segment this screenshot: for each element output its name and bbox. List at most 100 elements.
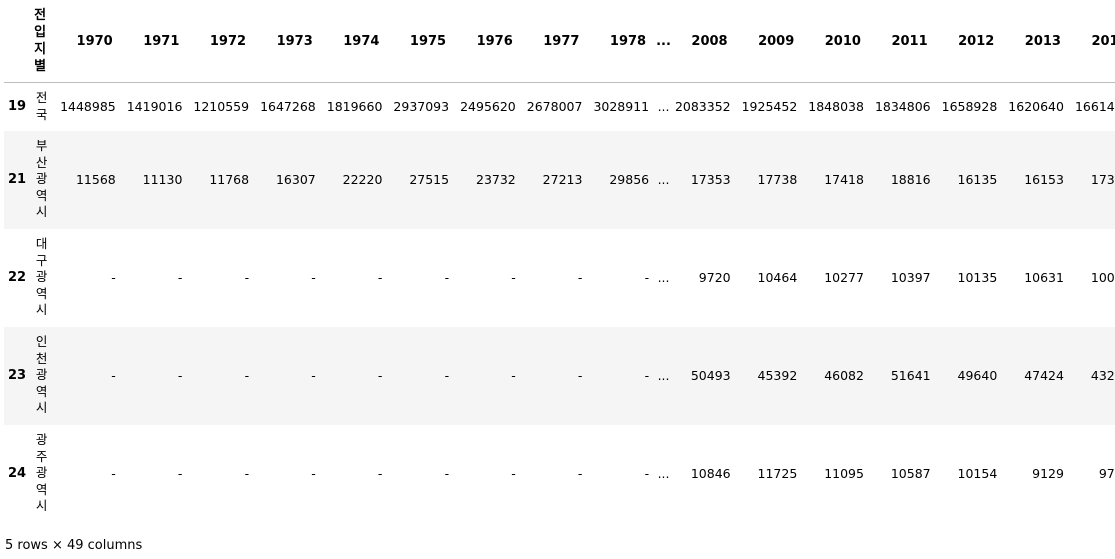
table-cell: 9720 bbox=[698, 270, 731, 285]
table-cell: 1925452 bbox=[741, 99, 798, 115]
header-row: 전입지별 1970 1971 1972 1973 1974 1975 1976 1977 197… bbox=[4, 0, 1115, 83]
table-cell: 49640 bbox=[957, 368, 998, 383]
table-cell: 10135 bbox=[957, 270, 998, 285]
table-cell: 1848038 bbox=[808, 99, 864, 115]
column-header-1978: 1978 bbox=[589, 0, 657, 83]
table-cell: 47424 bbox=[1024, 368, 1064, 383]
table-cell: 3028911 bbox=[593, 99, 650, 115]
table-cell: 17320 bbox=[1090, 172, 1115, 187]
table-cell: 2678007 bbox=[526, 99, 583, 115]
column-header-1974: 1974 bbox=[322, 0, 390, 83]
table-cell: 16307 bbox=[275, 172, 316, 187]
row-index: 24 bbox=[8, 466, 27, 481]
row-index: 22 bbox=[8, 270, 27, 285]
table-cell: 22220 bbox=[342, 172, 383, 187]
table-cell: - bbox=[644, 270, 650, 285]
table-cell: 17738 bbox=[757, 172, 798, 187]
table-cell: - bbox=[311, 270, 316, 285]
table-row: 22 대 구 광 역 시 - - - - - - - - -... 9720 10464 10277 10397 10… bbox=[4, 228, 1115, 327]
table-cell: 10062 bbox=[1090, 270, 1115, 285]
table-cell: - bbox=[577, 270, 583, 285]
table-cell: - bbox=[577, 368, 583, 383]
table-cell: 27213 bbox=[542, 172, 583, 187]
table-cell: 1834806 bbox=[874, 99, 931, 115]
table-cell: ... bbox=[657, 466, 670, 481]
column-header-1970: 1970 bbox=[56, 0, 123, 83]
row-region-label: 부산광역시 bbox=[35, 138, 48, 220]
table-cell: 9129 bbox=[1032, 466, 1064, 481]
table-cell: 10846 bbox=[690, 466, 731, 481]
table-cell: - bbox=[511, 270, 516, 285]
table-cell: ... bbox=[657, 99, 670, 115]
table-cell: 11568 bbox=[75, 172, 116, 187]
table-cell: - bbox=[444, 270, 450, 285]
row-region-label: 인천광역시 bbox=[35, 334, 48, 416]
table-cell: - bbox=[311, 466, 316, 481]
table-cell: 50493 bbox=[690, 368, 731, 383]
table-cell: - bbox=[644, 466, 650, 481]
row-region-label: 광주광역시 bbox=[35, 432, 48, 514]
table-cell: 2495620 bbox=[460, 99, 516, 115]
table-cell: 11725 bbox=[757, 466, 798, 481]
index-header bbox=[4, 0, 31, 83]
column-header-2010: 2010 bbox=[804, 0, 871, 83]
table-cell: 1448985 bbox=[60, 99, 116, 115]
table-cell: 10464 bbox=[757, 270, 798, 285]
column-header-2011: 2011 bbox=[870, 0, 938, 83]
table-cell: 23732 bbox=[476, 172, 516, 187]
table-cell: - bbox=[311, 368, 316, 383]
table-cell: 46082 bbox=[824, 368, 864, 383]
dataframe-output: 전입지별 1970 1971 1972 1973 1974 1975 1976 1977 197… bbox=[0, 0, 1115, 559]
row-index: 19 bbox=[8, 99, 27, 115]
table-cell: 11768 bbox=[209, 172, 250, 187]
table-cell: - bbox=[111, 368, 116, 383]
table-cell: 1419016 bbox=[126, 99, 183, 115]
column-header-1973: 1973 bbox=[256, 0, 323, 83]
table-cell: - bbox=[244, 466, 250, 481]
table-cell: 10587 bbox=[890, 466, 931, 481]
table-cell: - bbox=[577, 466, 583, 481]
table-cell: - bbox=[377, 466, 383, 481]
table-cell: 11095 bbox=[824, 466, 864, 481]
table-cell: 2083352 bbox=[674, 99, 731, 115]
column-header-2013: 2013 bbox=[1004, 0, 1071, 83]
row-index: 21 bbox=[8, 172, 27, 187]
table-cell: - bbox=[511, 368, 516, 383]
table-cell: - bbox=[244, 270, 250, 285]
table-cell: 1658928 bbox=[941, 99, 998, 115]
table-cell: - bbox=[111, 466, 116, 481]
table-cell: 29856 bbox=[609, 172, 650, 187]
table-cell: 16135 bbox=[957, 172, 998, 187]
table-cell: 16153 bbox=[1024, 172, 1064, 187]
table-cell: - bbox=[377, 270, 383, 285]
table-cell: 1647268 bbox=[260, 99, 316, 115]
table-cell: 2937093 bbox=[393, 99, 450, 115]
table-cell: 1620640 bbox=[1008, 99, 1064, 115]
table-cell: 18816 bbox=[890, 172, 931, 187]
table-row: 19 전 국 1448985 1419016 1210559 1647268 1819660 2… bbox=[4, 82, 1115, 131]
column-header-1975: 1975 bbox=[389, 0, 457, 83]
column-header-1977: 1977 bbox=[522, 0, 590, 83]
column-header-2009: 2009 bbox=[737, 0, 805, 83]
table-cell: - bbox=[177, 466, 183, 481]
column-header-1971: 1971 bbox=[122, 0, 190, 83]
table-cell: - bbox=[377, 368, 383, 383]
table-cell: 17353 bbox=[690, 172, 731, 187]
table-row: 24 광 주 광 역 시 - - - - - - - - -... 10846 11725 11095 10587 1… bbox=[4, 424, 1115, 523]
column-header-1972: 1972 bbox=[189, 0, 257, 83]
table-cell: - bbox=[177, 270, 183, 285]
table-cell: - bbox=[244, 368, 250, 383]
table-cell: - bbox=[111, 270, 116, 285]
table-row: 21 부 산 광 역 시 11568 11130 11768 16307 22220 27515 237… bbox=[4, 130, 1115, 229]
row-region-label: 대구광역시 bbox=[35, 236, 48, 318]
column-header-2008: 2008 bbox=[670, 0, 738, 83]
column-header-1976: 1976 bbox=[456, 0, 523, 83]
table-cell: ... bbox=[657, 172, 670, 187]
table-cell: 10397 bbox=[890, 270, 931, 285]
table-cell: - bbox=[177, 368, 183, 383]
table-cell: 10277 bbox=[824, 270, 864, 285]
column-header-ellipsis: ... bbox=[656, 0, 671, 83]
table-cell: 1819660 bbox=[326, 99, 383, 115]
dataframe-shape-footer: 5 rows × 49 columns bbox=[5, 538, 143, 553]
table-cell: 10154 bbox=[957, 466, 998, 481]
